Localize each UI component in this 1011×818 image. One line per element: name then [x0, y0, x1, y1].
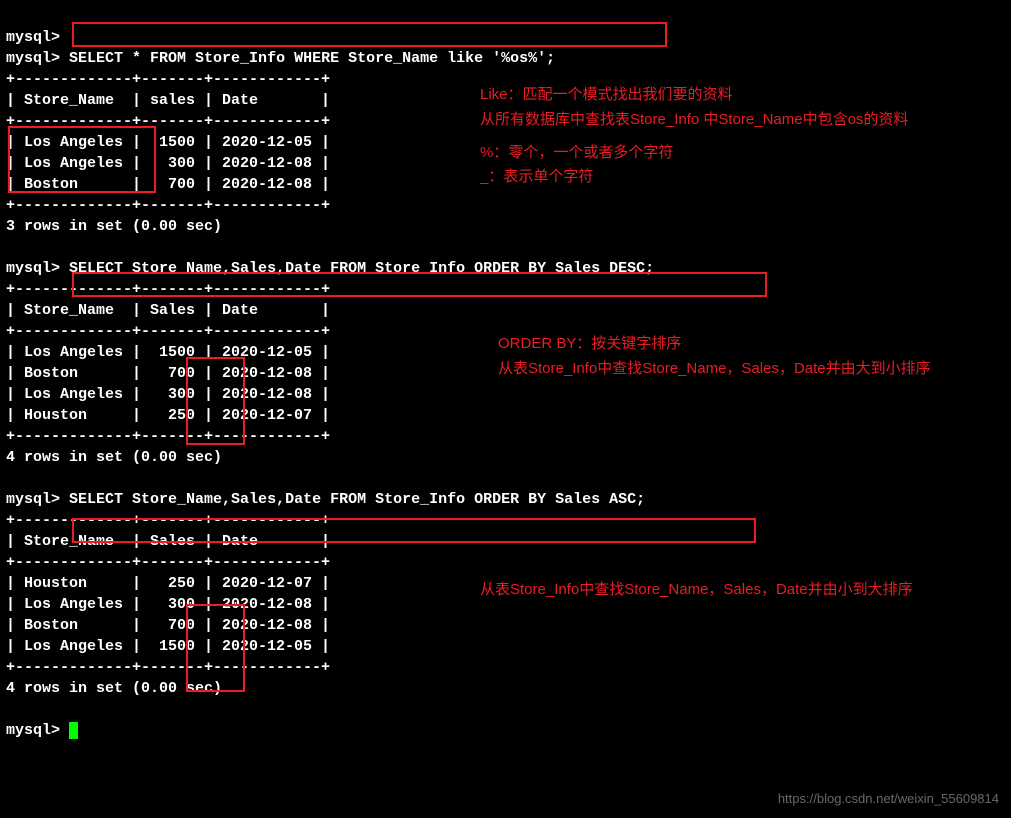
- table-row: | Boston | 700 | 2020-12-08 |: [6, 365, 330, 382]
- table-row: | Boston | 700 | 2020-12-08 |: [6, 617, 330, 634]
- table-sep: +-------------+-------+------------+: [6, 113, 330, 130]
- annotation-orderby-asc: 从表Store_Info中查找Store_Name，Sales，Date并由小到…: [480, 578, 980, 603]
- prompt: mysql>: [6, 260, 60, 277]
- table-sep: +-------------+-------+------------+: [6, 554, 330, 571]
- table-row: | Los Angeles | 300 | 2020-12-08 |: [6, 596, 330, 613]
- table-row: | Los Angeles | 1500 | 2020-12-05 |: [6, 344, 330, 361]
- table-row: | Houston | 250 | 2020-12-07 |: [6, 575, 330, 592]
- annotation-text: 从表Store_Info中查找Store_Name，Sales，Date并由大到…: [498, 357, 998, 382]
- table-row: | Los Angeles | 300 | 2020-12-08 |: [6, 386, 330, 403]
- table-row: | Los Angeles | 1500 | 2020-12-05 |: [6, 134, 330, 151]
- sql-query-2: SELECT Store_Name,Sales,Date FROM Store_…: [69, 260, 654, 277]
- prompt: mysql>: [6, 722, 60, 739]
- table-row: | Los Angeles | 300 | 2020-12-08 |: [6, 155, 330, 172]
- table-sep: +-------------+-------+------------+: [6, 428, 330, 445]
- rows-count: 4 rows in set (0.00 sec): [6, 449, 222, 466]
- annotation-text: 从表Store_Info中查找Store_Name，Sales，Date并由小到…: [480, 578, 980, 603]
- table-sep: +-------------+-------+------------+: [6, 197, 330, 214]
- table-row: | Boston | 700 | 2020-12-08 |: [6, 176, 330, 193]
- annotation-text: Like：匹配一个模式找出我们要的资料: [480, 83, 1000, 108]
- table-header: | Store_Name | sales | Date |: [6, 92, 330, 109]
- table-header: | Store_Name | Sales | Date |: [6, 302, 330, 319]
- annotation-text: %：零个，一个或者多个字符: [480, 141, 1000, 166]
- sql-query-3: SELECT Store_Name,Sales,Date FROM Store_…: [69, 491, 645, 508]
- table-sep: +-------------+-------+------------+: [6, 281, 330, 298]
- table-sep: +-------------+-------+------------+: [6, 71, 330, 88]
- prompt: mysql>: [6, 29, 60, 46]
- table-sep: +-------------+-------+------------+: [6, 512, 330, 529]
- rows-count: 4 rows in set (0.00 sec): [6, 680, 222, 697]
- table-header: | Store_Name | Sales | Date |: [6, 533, 330, 550]
- table-sep: +-------------+-------+------------+: [6, 323, 330, 340]
- annotation-text: ORDER BY：按关键字排序: [498, 332, 998, 357]
- prompt: mysql>: [6, 50, 60, 67]
- cursor-icon: [69, 722, 78, 739]
- watermark-text: https://blog.csdn.net/weixin_55609814: [778, 790, 999, 808]
- annotation-like: Like：匹配一个模式找出我们要的资料 从所有数据库中查找表Store_Info…: [480, 83, 1000, 190]
- sql-query-1: SELECT * FROM Store_Info WHERE Store_Nam…: [69, 50, 555, 67]
- prompt: mysql>: [6, 491, 60, 508]
- annotation-orderby-desc: ORDER BY：按关键字排序 从表Store_Info中查找Store_Nam…: [498, 332, 998, 382]
- table-sep: +-------------+-------+------------+: [6, 659, 330, 676]
- rows-count: 3 rows in set (0.00 sec): [6, 218, 222, 235]
- annotation-text: _：表示单个字符: [480, 165, 1000, 190]
- annotation-text: 从所有数据库中查找表Store_Info 中Store_Name中包含os的资料: [480, 108, 1000, 133]
- table-row: | Los Angeles | 1500 | 2020-12-05 |: [6, 638, 330, 655]
- table-row: | Houston | 250 | 2020-12-07 |: [6, 407, 330, 424]
